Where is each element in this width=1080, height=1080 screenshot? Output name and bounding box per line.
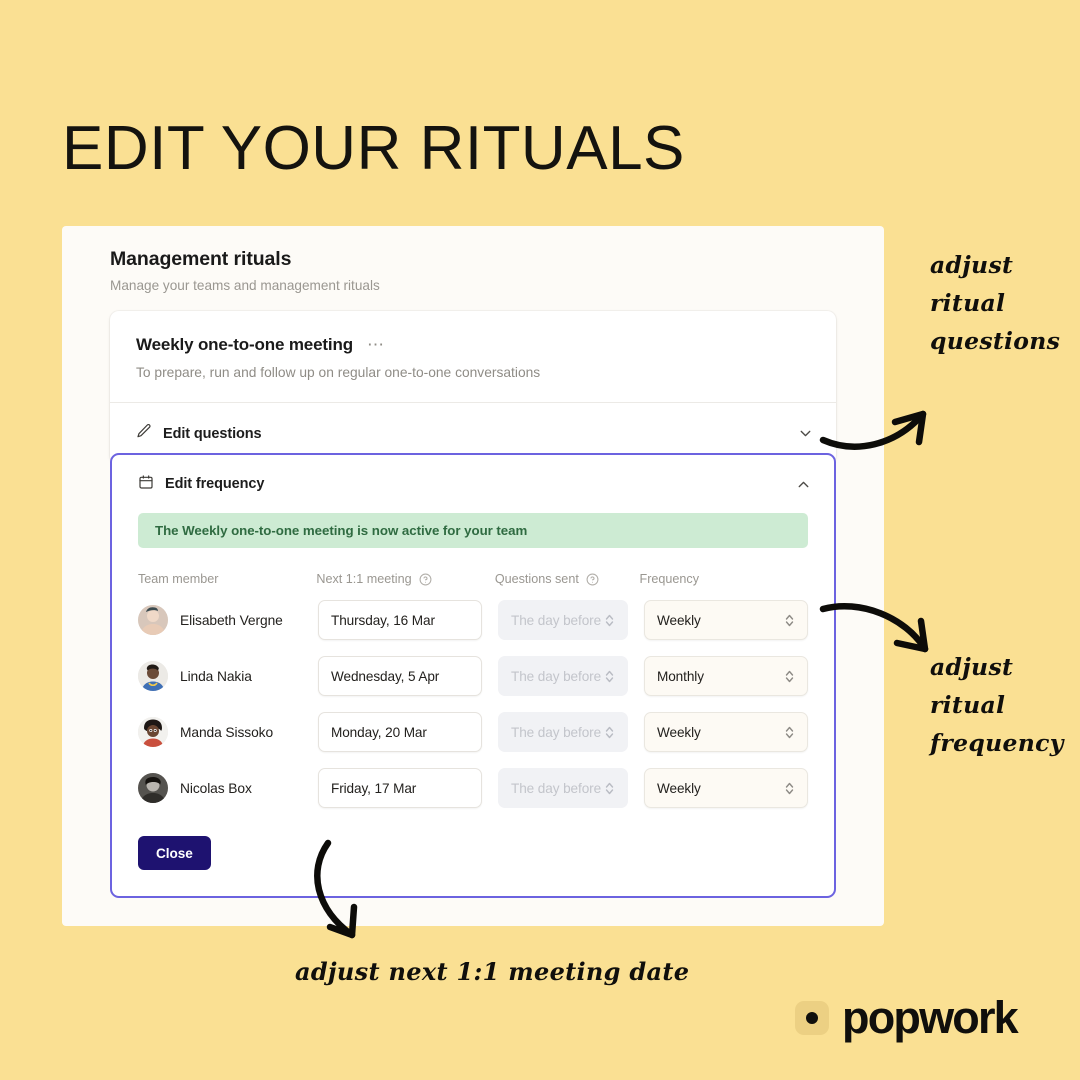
next-meeting-value: Friday, 17 Mar (331, 780, 417, 796)
close-button[interactable]: Close (138, 836, 211, 870)
table-row: Elisabeth Vergne Thursday, 16 Mar The da… (138, 592, 808, 648)
management-rituals-panel: Management rituals Manage your teams and… (62, 226, 884, 926)
ellipsis-icon[interactable]: ⋯ (367, 336, 385, 353)
pencil-icon (136, 423, 152, 444)
table-row: Manda Sissoko Monday, 20 Mar The day bef… (138, 704, 808, 760)
stepper-icon (784, 669, 795, 684)
arrow-to-edit-frequency (819, 603, 929, 653)
dot-square-icon (795, 1000, 829, 1035)
ritual-description: To prepare, run and follow up on regular… (136, 365, 541, 380)
column-header-next-meeting: Next 1:1 meeting (316, 572, 494, 586)
column-header-frequency: Frequency (639, 572, 700, 586)
frequency-select[interactable]: Weekly (644, 600, 808, 640)
arrow-to-edit-questions (819, 410, 927, 450)
stepper-icon (604, 613, 615, 628)
ritual-title: Weekly one-to-one meeting (136, 335, 353, 354)
column-header-next-meeting-label: Next 1:1 meeting (316, 572, 412, 586)
questions-sent-value: The day before (511, 612, 602, 628)
accordion-edit-frequency-label: Edit frequency (165, 476, 265, 492)
logo-text: popwork (842, 992, 1019, 1043)
table-header-row: Team member Next 1:1 meeting Questions s… (138, 572, 808, 592)
next-meeting-value: Monday, 20 Mar (331, 724, 427, 740)
questions-sent-value: The day before (511, 724, 602, 740)
questions-sent-value: The day before (511, 668, 602, 684)
arrow-to-meeting-date (314, 839, 358, 939)
chevron-up-icon[interactable] (795, 476, 812, 493)
frequency-select[interactable]: Weekly (644, 712, 808, 752)
next-meeting-value: Thursday, 16 Mar (331, 612, 435, 628)
frequency-select[interactable]: Weekly (644, 768, 808, 808)
member-name: Manda Sissoko (180, 724, 274, 740)
panel-subtitle: Manage your teams and management rituals (110, 278, 380, 293)
frequency-select[interactable]: Monthly (644, 656, 808, 696)
question-circle-icon[interactable] (419, 573, 432, 586)
next-meeting-input[interactable]: Wednesday, 5 Apr (318, 656, 482, 696)
member-cell: Linda Nakia (138, 661, 318, 691)
accordion-edit-frequency: Edit frequency The Weekly one-to-one mee… (110, 453, 836, 898)
member-name: Elisabeth Vergne (180, 612, 283, 628)
chevron-down-icon[interactable] (797, 425, 814, 442)
next-meeting-value: Wednesday, 5 Apr (331, 668, 440, 684)
questions-sent-select[interactable]: The day before (498, 768, 628, 808)
annotation-adjust-ritual-questions: adjust ritual questions (930, 251, 1061, 355)
frequency-value: Weekly (657, 724, 701, 740)
member-name: Nicolas Box (180, 780, 252, 796)
next-meeting-input[interactable]: Monday, 20 Mar (318, 712, 482, 752)
status-banner-text: The Weekly one-to-one meeting is now act… (155, 523, 528, 538)
member-cell: Manda Sissoko (138, 717, 318, 747)
avatar (138, 773, 168, 803)
frequency-value: Monthly (657, 668, 704, 684)
frequency-body: The Weekly one-to-one meeting is now act… (112, 513, 834, 896)
table-row: Nicolas Box Friday, 17 Mar The day befor… (138, 760, 808, 816)
member-cell: Elisabeth Vergne (138, 605, 318, 635)
member-name: Linda Nakia (180, 668, 252, 684)
table-row: Linda Nakia Wednesday, 5 Apr The day bef… (138, 648, 808, 704)
questions-sent-select[interactable]: The day before (498, 712, 628, 752)
column-header-team-member: Team member (138, 572, 219, 586)
ritual-header: Weekly one-to-one meeting ⋯ To prepare, … (110, 311, 836, 402)
frequency-table: Team member Next 1:1 meeting Questions s… (138, 572, 808, 870)
avatar (138, 661, 168, 691)
status-banner: The Weekly one-to-one meeting is now act… (138, 513, 808, 548)
stepper-icon (784, 781, 795, 796)
column-header-questions-sent-label: Questions sent (494, 572, 579, 586)
avatar (138, 605, 168, 635)
page-title: EDIT YOUR RITUALS (62, 114, 685, 183)
questions-sent-select[interactable]: The day before (498, 600, 628, 640)
annotation-adjust-meeting-date: adjust next 1:1 meeting date (295, 957, 690, 986)
logo-dot (806, 1011, 818, 1024)
stepper-icon (604, 725, 615, 740)
avatar (138, 717, 168, 747)
accordion-edit-questions-label: Edit questions (163, 425, 262, 442)
member-cell: Nicolas Box (138, 773, 318, 803)
annotation-adjust-ritual-frequency: adjust ritual frequency (930, 653, 1064, 757)
stepper-icon (604, 669, 615, 684)
panel-header: Management rituals Manage your teams and… (62, 226, 884, 293)
questions-sent-value: The day before (511, 780, 602, 796)
ritual-card: Weekly one-to-one meeting ⋯ To prepare, … (110, 311, 836, 464)
stepper-icon (784, 613, 795, 628)
next-meeting-input[interactable]: Friday, 17 Mar (318, 768, 482, 808)
stepper-icon (604, 781, 615, 796)
stepper-icon (784, 725, 795, 740)
frequency-value: Weekly (657, 780, 701, 796)
questions-sent-select[interactable]: The day before (498, 656, 628, 696)
calendar-icon (138, 474, 154, 495)
next-meeting-input[interactable]: Thursday, 16 Mar (318, 600, 482, 640)
question-circle-icon[interactable] (586, 573, 599, 586)
accordion-edit-frequency-header[interactable]: Edit frequency (112, 455, 834, 513)
popwork-logo: popwork (795, 992, 1019, 1043)
column-header-questions-sent: Questions sent (495, 572, 640, 586)
panel-title: Management rituals (110, 248, 292, 270)
frequency-value: Weekly (657, 612, 701, 628)
